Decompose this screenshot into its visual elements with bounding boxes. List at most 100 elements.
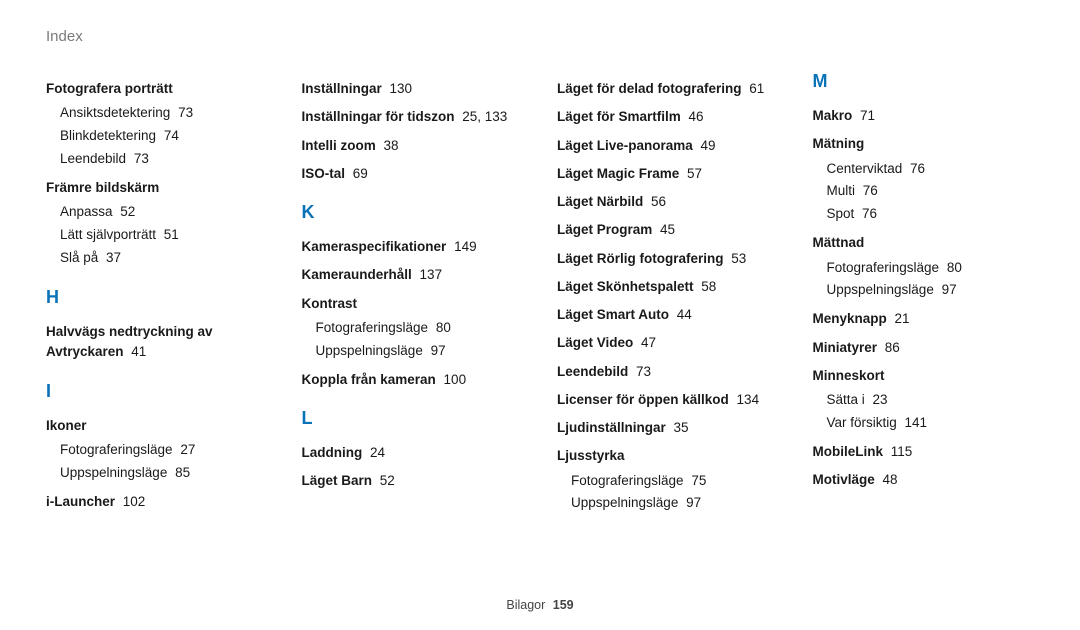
index-subentry-label: Multi — [827, 183, 856, 198]
index-entry-page: 115 — [887, 444, 912, 459]
index-subentry: Fotograferingsläge 80 — [316, 318, 524, 339]
index-entry-label: Laddning — [302, 445, 363, 460]
index-entry: Läget Program 45 — [557, 220, 779, 240]
index-entry-page: 134 — [733, 392, 759, 407]
index-entry: Läget Närbild 56 — [557, 192, 779, 212]
index-entry-page: 58 — [698, 279, 717, 294]
index-entry-label: Läget för delad fotografering — [557, 81, 742, 96]
index-subentry-page: 51 — [160, 227, 179, 242]
index-subentry: Slå på 37 — [60, 248, 268, 269]
index-subentry-label: Sätta i — [827, 392, 865, 407]
index-entry-label: Läget Video — [557, 335, 633, 350]
index-entry-page: 71 — [856, 108, 875, 123]
index-entry-label: MobileLink — [813, 444, 884, 459]
index-entry-page: 49 — [697, 138, 716, 153]
index-entry-page: 61 — [746, 81, 765, 96]
index-entry: Fotografera porträtt — [46, 79, 268, 99]
index-entry: Läget för Smartfilm 46 — [557, 107, 779, 127]
index-entry: Läget Video 47 — [557, 333, 779, 353]
index-subentry-page: 76 — [858, 206, 877, 221]
index-letter-heading: I — [46, 381, 268, 402]
index-subentry-label: Uppspelningsläge — [827, 282, 934, 297]
index-entry-page: 69 — [349, 166, 368, 181]
index-entry-page: 47 — [637, 335, 656, 350]
index-entry-page: 137 — [416, 267, 442, 282]
index-subentry-page: 27 — [177, 442, 196, 457]
index-columns: Fotografera porträttAnsiktsdetektering 7… — [46, 71, 1034, 516]
index-entry-page: 48 — [879, 472, 898, 487]
index-entry-label: Intelli zoom — [302, 138, 376, 153]
index-entry: Intelli zoom 38 — [302, 136, 524, 156]
index-subentry: Uppspelningsläge 97 — [571, 493, 779, 514]
index-letter-heading: M — [813, 71, 1035, 92]
index-subentry-page: 74 — [160, 128, 179, 143]
index-column: Fotografera porträttAnsiktsdetektering 7… — [46, 71, 268, 516]
index-entry: Makro 71 — [813, 106, 1035, 126]
index-subentry-label: Fotograferingsläge — [571, 473, 684, 488]
index-subentry: Var försiktig 141 — [827, 413, 1035, 434]
index-entry-label: Licenser för öppen källkod — [557, 392, 729, 407]
index-subentry-page: 37 — [102, 250, 121, 265]
index-entry-label: Fotografera porträtt — [46, 81, 173, 96]
index-entry-page: 21 — [891, 311, 910, 326]
index-letter-heading: L — [302, 408, 524, 429]
index-entry: Läget Live-panorama 49 — [557, 136, 779, 156]
index-entry-page: 45 — [656, 222, 675, 237]
index-column: Inställningar 130Inställningar för tidsz… — [302, 71, 524, 516]
index-entry-label: Menyknapp — [813, 311, 887, 326]
index-subentry: Uppspelningsläge 97 — [827, 280, 1035, 301]
index-subentry-page: 76 — [859, 183, 878, 198]
index-subentry: Centerviktad 76 — [827, 159, 1035, 180]
index-subentry-page: 97 — [427, 343, 446, 358]
index-entry: Inställningar för tidszon 25, 133 — [302, 107, 524, 127]
index-subentry: Blinkdetektering 74 — [60, 126, 268, 147]
index-entry-label: Ikoner — [46, 418, 87, 433]
index-subentry: Fotograferingsläge 27 — [60, 440, 268, 461]
index-subentry-page: 80 — [432, 320, 451, 335]
index-entry-label: Läget Magic Frame — [557, 166, 679, 181]
index-entry: Läget Skönhetspalett 58 — [557, 277, 779, 297]
index-letter-heading: H — [46, 287, 268, 308]
index-entry-label: Läget Live-panorama — [557, 138, 693, 153]
index-entry-label: Leendebild — [557, 364, 628, 379]
index-entry: Ljusstyrka — [557, 446, 779, 466]
index-entry-page: 73 — [632, 364, 651, 379]
index-subentry-page: 23 — [869, 392, 888, 407]
index-subentry: Multi 76 — [827, 181, 1035, 202]
index-subentry-label: Spot — [827, 206, 855, 221]
index-column: MMakro 71MätningCenterviktad 76Multi 76S… — [813, 71, 1035, 516]
index-subentry-label: Fotograferingsläge — [827, 260, 940, 275]
index-entry: Koppla från kameran 100 — [302, 370, 524, 390]
index-entry: Mätning — [813, 134, 1035, 154]
index-entry-label: Kameraunderhåll — [302, 267, 412, 282]
index-entry: Läget Smart Auto 44 — [557, 305, 779, 325]
index-entry: Miniatyrer 86 — [813, 338, 1035, 358]
index-entry: Kameraunderhåll 137 — [302, 265, 524, 285]
index-entry-label: Läget för Smartfilm — [557, 109, 681, 124]
index-entry-label: Motivläge — [813, 472, 875, 487]
index-subentry-page: 75 — [688, 473, 707, 488]
footer-page-number: 159 — [553, 598, 574, 612]
index-entry: ISO-tal 69 — [302, 164, 524, 184]
index-subentry: Uppspelningsläge 85 — [60, 463, 268, 484]
index-letter-heading: K — [302, 202, 524, 223]
index-subentry-label: Uppspelningsläge — [316, 343, 423, 358]
index-entry-label: Läget Smart Auto — [557, 307, 669, 322]
index-entry: Kameraspecifikationer 149 — [302, 237, 524, 257]
index-entry-label: Koppla från kameran — [302, 372, 436, 387]
index-entry-label: i-Launcher — [46, 494, 115, 509]
index-entry-label: Främre bildskärm — [46, 180, 159, 195]
index-entry-label: Kontrast — [302, 296, 358, 311]
index-subentry-page: 97 — [682, 495, 701, 510]
index-entry-label: Inställningar för tidszon — [302, 109, 455, 124]
index-entry: Menyknapp 21 — [813, 309, 1035, 329]
index-subentry-page: 76 — [906, 161, 925, 176]
index-entry: MobileLink 115 — [813, 442, 1035, 462]
index-entry-page: 52 — [376, 473, 395, 488]
index-entry-page: 38 — [380, 138, 399, 153]
index-subentry-page: 97 — [938, 282, 957, 297]
index-entry-page: 44 — [673, 307, 692, 322]
index-subentry: Fotograferingsläge 80 — [827, 258, 1035, 279]
index-subentry-label: Uppspelningsläge — [60, 465, 167, 480]
index-subentry: Uppspelningsläge 97 — [316, 341, 524, 362]
